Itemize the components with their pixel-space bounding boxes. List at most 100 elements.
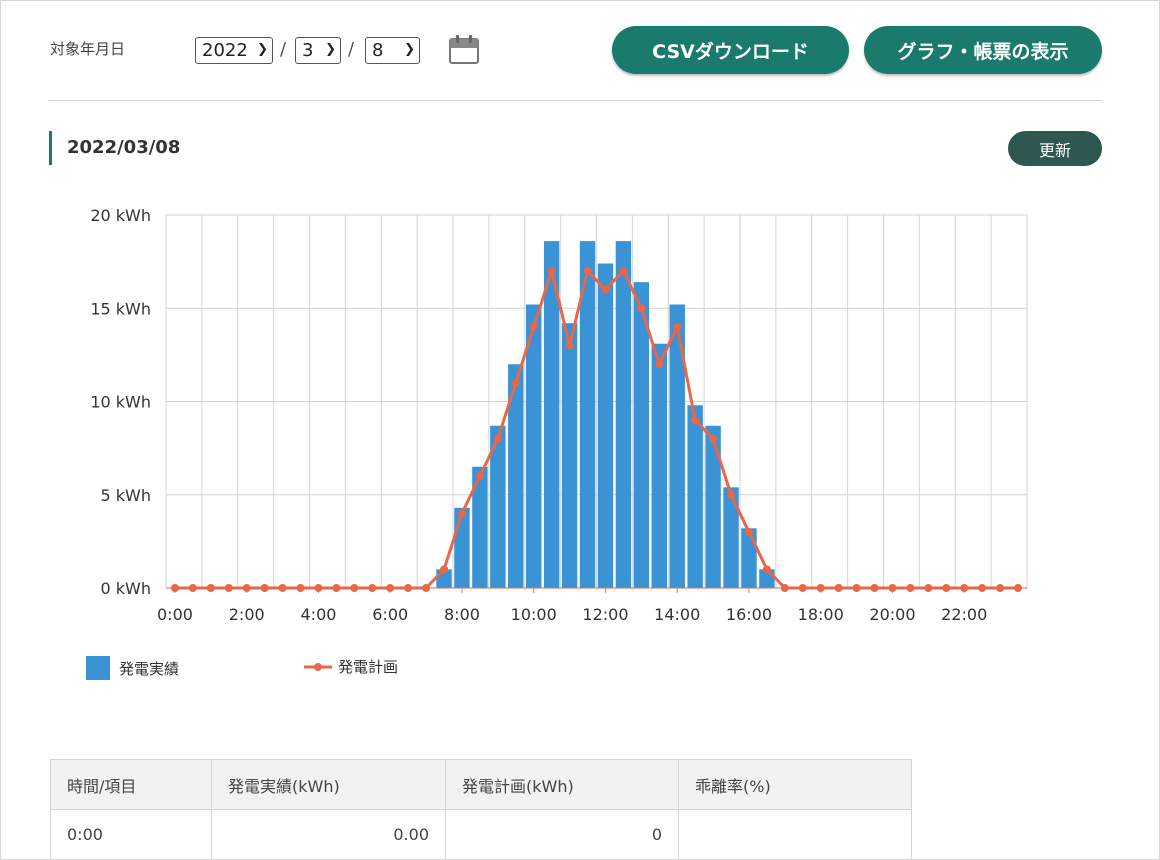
chevron-down-icon: ❯ <box>325 42 336 57</box>
plan-point <box>709 434 718 443</box>
bar <box>597 263 614 588</box>
legend-plan-swatch <box>304 662 332 671</box>
calendar-icon[interactable] <box>449 34 479 64</box>
legend-plan-label: 発電計画 <box>338 658 399 676</box>
plan-point <box>673 322 682 331</box>
divider <box>49 100 1102 101</box>
y-tick-label: 15 kWh <box>90 299 151 318</box>
show-graph-report-button[interactable]: グラフ・帳票の表示 <box>864 26 1102 74</box>
plan-point <box>511 378 520 387</box>
plan-point <box>404 584 413 592</box>
plan-point <box>762 565 771 574</box>
x-tick-label: 0:00 <box>157 605 193 624</box>
plan-point <box>637 304 646 313</box>
section-date-title: 2022/03/08 <box>67 137 181 158</box>
plan-point <box>314 584 323 592</box>
plan-point <box>457 509 466 518</box>
year-select-value: 2022 <box>202 40 248 61</box>
plan-point <box>206 584 215 592</box>
plan-point <box>655 360 664 369</box>
bar <box>561 323 578 588</box>
plan-point <box>242 584 251 592</box>
day-select-value: 8 <box>372 40 384 61</box>
plan-point <box>529 322 538 331</box>
plan-point <box>780 584 789 592</box>
plan-point <box>996 584 1005 592</box>
plan-point <box>942 584 951 592</box>
plan-point <box>816 584 825 592</box>
column-header-actual: 発電実績(kWh) <box>211 759 446 810</box>
csv-download-button[interactable]: CSVダウンロード <box>612 26 849 74</box>
refresh-button[interactable]: 更新 <box>1008 131 1102 166</box>
legend-actual[interactable]: 発電実績 <box>86 656 179 680</box>
plan-point <box>601 285 610 294</box>
column-header-time: 時間/項目 <box>50 759 212 810</box>
plan-point <box>834 584 843 592</box>
x-tick-label: 20:00 <box>869 605 915 624</box>
x-tick-label: 6:00 <box>372 605 408 624</box>
target-date-label: 対象年月日 <box>50 40 126 58</box>
table-header-row: 時間/項目 発電実績(kWh) 発電計画(kWh) 乖離率(%) <box>50 759 912 810</box>
year-select[interactable]: 2022 ❯ <box>195 37 273 64</box>
plan-point <box>422 584 431 592</box>
day-select[interactable]: 8 ❯ <box>365 37 420 64</box>
cell-actual: 0.00 <box>211 809 446 860</box>
plan-point <box>170 584 179 592</box>
y-tick-label: 20 kWh <box>90 206 151 225</box>
plan-point <box>547 266 556 275</box>
chevron-down-icon: ❯ <box>257 42 268 57</box>
x-tick-label: 18:00 <box>798 605 844 624</box>
plan-point <box>960 584 969 592</box>
plan-point <box>188 584 197 592</box>
legend-actual-swatch <box>86 656 110 680</box>
column-header-deviation: 乖離率(%) <box>678 759 912 810</box>
cell-time: 0:00 <box>50 809 212 860</box>
bar <box>687 405 703 588</box>
x-tick-label: 10:00 <box>511 605 557 624</box>
generation-table: 時間/項目 発電実績(kWh) 発電計画(kWh) 乖離率(%) 0:00 0.… <box>50 759 912 860</box>
plan-point <box>278 584 287 592</box>
generation-chart: 0 kWh 5 kWh 10 kWh 15 kWh 20 kWh 0:00 2:00 4:00… <box>90 206 1028 624</box>
chevron-down-icon: ❯ <box>404 42 415 57</box>
date-separator: / <box>348 39 355 60</box>
x-tick-label: 16:00 <box>726 605 772 624</box>
bar <box>651 343 667 588</box>
bar <box>615 241 632 589</box>
plan-point <box>475 472 484 481</box>
plan-point <box>978 584 987 592</box>
month-select[interactable]: 3 ❯ <box>295 37 341 64</box>
y-tick-label: 10 kWh <box>90 393 151 412</box>
plan-point <box>493 434 502 443</box>
column-header-plan: 発電計画(kWh) <box>445 759 679 810</box>
plan-point <box>727 490 736 499</box>
plan-point <box>332 584 341 592</box>
plan-point <box>888 584 897 592</box>
plan-point <box>1014 584 1023 592</box>
y-tick-label: 0 kWh <box>101 579 152 598</box>
plan-point <box>296 584 305 592</box>
x-tick-label: 14:00 <box>654 605 700 624</box>
table-row: 0:00 0.00 0 <box>50 809 912 860</box>
plan-point <box>440 565 449 574</box>
bar <box>723 487 739 588</box>
x-tick-label: 2:00 <box>229 605 265 624</box>
legend-plan[interactable]: 発電計画 <box>304 656 398 677</box>
month-select-value: 3 <box>302 40 314 61</box>
plan-point <box>798 584 807 592</box>
bar <box>705 425 721 588</box>
plan-point <box>691 416 700 425</box>
plan-point <box>368 584 377 592</box>
cell-deviation <box>678 809 912 860</box>
plan-point <box>350 584 359 592</box>
plan-point <box>852 584 861 592</box>
plan-point <box>924 584 933 592</box>
x-tick-label: 8:00 <box>444 605 480 624</box>
plan-point <box>386 584 395 592</box>
x-tick-label: 4:00 <box>301 605 337 624</box>
date-separator: / <box>280 39 287 60</box>
bar <box>454 507 470 588</box>
plan-point <box>744 528 753 537</box>
x-tick-label: 22:00 <box>941 605 987 624</box>
x-tick-label: 12:00 <box>582 605 628 624</box>
plan-point <box>260 584 269 592</box>
